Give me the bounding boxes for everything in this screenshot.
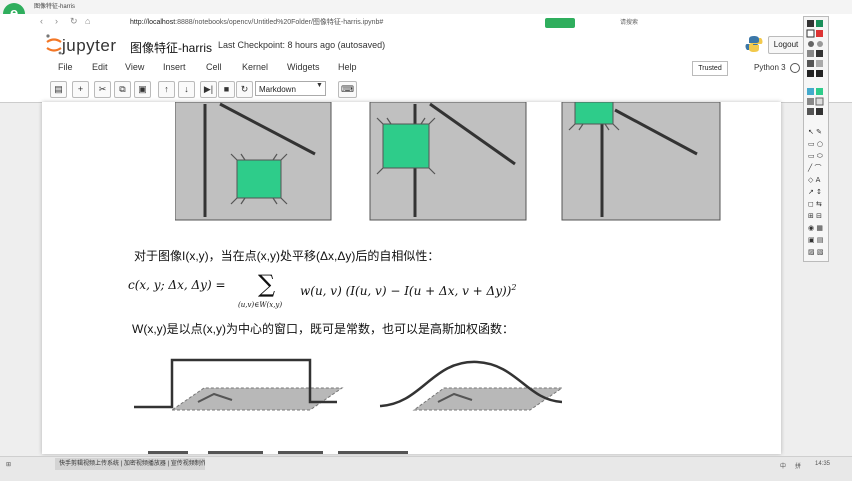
browser-titlebar <box>0 0 852 14</box>
browser-search-input[interactable]: 请搜索 <box>620 17 760 29</box>
copy-icon[interactable]: ⧉ <box>114 81 131 98</box>
jupyter-logo-text[interactable]: jupyter <box>62 36 117 56</box>
summation-symbol: ∑ <box>258 270 276 298</box>
stop-icon[interactable]: ■ <box>218 81 235 98</box>
start-icon[interactable]: ⊞ <box>6 461 11 468</box>
svg-text:▨ ▧: ▨ ▧ <box>808 248 823 256</box>
url-field[interactable]: http://localhost:8888/notebooks/opencv/U… <box>130 16 530 30</box>
menu-cell[interactable]: Cell <box>206 62 222 72</box>
trusted-badge[interactable]: Trusted <box>692 61 728 76</box>
notebook-title[interactable]: 图像特征-harris <box>130 39 212 56</box>
text-self-similarity: 对于图像I(x,y)，当在点(x,y)处平移(Δx,Δy)后的自相似性： <box>134 249 440 263</box>
save-icon[interactable]: ▤ <box>50 81 67 98</box>
formula-rhs-body: w(u, v) (I(u, v) − I(u + Δx, v + Δy)) <box>300 284 512 298</box>
svg-text:↗ ↕: ↗ ↕ <box>808 188 822 196</box>
refresh-icon[interactable]: ↻ <box>70 16 78 27</box>
run-icon[interactable]: ▶| <box>200 81 217 98</box>
svg-text:▭ ○: ▭ ○ <box>808 140 823 148</box>
summation-subscript: (u,v)∈W(x,y) <box>238 301 283 309</box>
restart-icon[interactable]: ↻ <box>236 81 253 98</box>
browser-action-button[interactable] <box>545 18 575 28</box>
svg-text:▭ ⬭: ▭ ⬭ <box>808 152 823 160</box>
svg-text:⊞ ⊟: ⊞ ⊟ <box>808 212 822 220</box>
move-up-icon[interactable]: ↑ <box>158 81 175 98</box>
menu-view[interactable]: View <box>125 62 144 72</box>
formula-rhs: w(u, v) (I(u, v) − I(u + Δx, v + Δy))2 <box>300 283 516 298</box>
move-down-icon[interactable]: ↓ <box>178 81 195 98</box>
menu-widgets[interactable]: Widgets <box>287 62 320 72</box>
forward-icon[interactable]: › <box>55 16 58 26</box>
menu-help[interactable]: Help <box>338 62 357 72</box>
jupyter-logo-icon[interactable] <box>45 33 63 55</box>
annotation-tools[interactable]: ↖ ✎ ▭ ○ ▭ ⬭ ╱ ⌒ ◇ A ↗ ↕ ◻ ⇆ ⊞ ⊟ ◉ ▦ ▣ ▤ … <box>805 18 825 258</box>
svg-text:╱ ⌒: ╱ ⌒ <box>807 163 821 172</box>
checkpoint-status: Last Checkpoint: 8 hours ago (autosaved) <box>218 40 386 50</box>
menu-edit[interactable]: Edit <box>92 62 108 72</box>
kernel-status-icon <box>790 63 800 73</box>
add-cell-icon[interactable]: + <box>72 81 89 98</box>
next-cell-text-fragment <box>148 451 408 454</box>
browser-tab[interactable]: 图像特征-harris <box>34 1 86 13</box>
harris-window-illustration <box>175 102 721 221</box>
svg-text:◻ ⇆: ◻ ⇆ <box>808 200 822 208</box>
home-icon[interactable]: ⌂ <box>85 16 90 26</box>
python-logo-icon <box>745 36 763 52</box>
paste-icon[interactable]: ▣ <box>134 81 151 98</box>
formula-lhs: c(x, y; Δx, Δy) = <box>128 278 226 292</box>
window-function-diagram <box>134 358 562 411</box>
tray-ime[interactable]: 中 <box>780 461 786 470</box>
svg-text:◇ A: ◇ A <box>808 176 821 184</box>
svg-text:↖ ✎: ↖ ✎ <box>808 128 822 136</box>
text-window-function: W(x,y)是以点(x,y)为中心的窗口，既可是常数，也可以是高斯加权函数： <box>132 322 514 336</box>
logout-button[interactable]: Logout <box>768 36 804 54</box>
formula-exponent: 2 <box>511 283 517 292</box>
keyboard-icon[interactable]: ⌨ <box>338 81 357 98</box>
svg-text:◉ ▦: ◉ ▦ <box>808 224 823 232</box>
tray-clock: 14:35 <box>815 461 831 467</box>
chevron-down-icon: ▼ <box>316 82 323 89</box>
back-icon[interactable]: ‹ <box>40 16 43 26</box>
taskbar-active-item[interactable]: 快手剪辑视频上传系统 | 加密视频播放器 | 宣传视频制作 <box>55 458 205 470</box>
kernel-name[interactable]: Python 3 <box>754 63 786 72</box>
menu-insert[interactable]: Insert <box>163 62 186 72</box>
menu-file[interactable]: File <box>58 62 73 72</box>
tray-input[interactable]: 拼 <box>795 461 801 470</box>
menu-kernel[interactable]: Kernel <box>242 62 268 72</box>
cut-icon[interactable]: ✂ <box>94 81 111 98</box>
svg-text:▣ ▤: ▣ ▤ <box>808 236 823 244</box>
